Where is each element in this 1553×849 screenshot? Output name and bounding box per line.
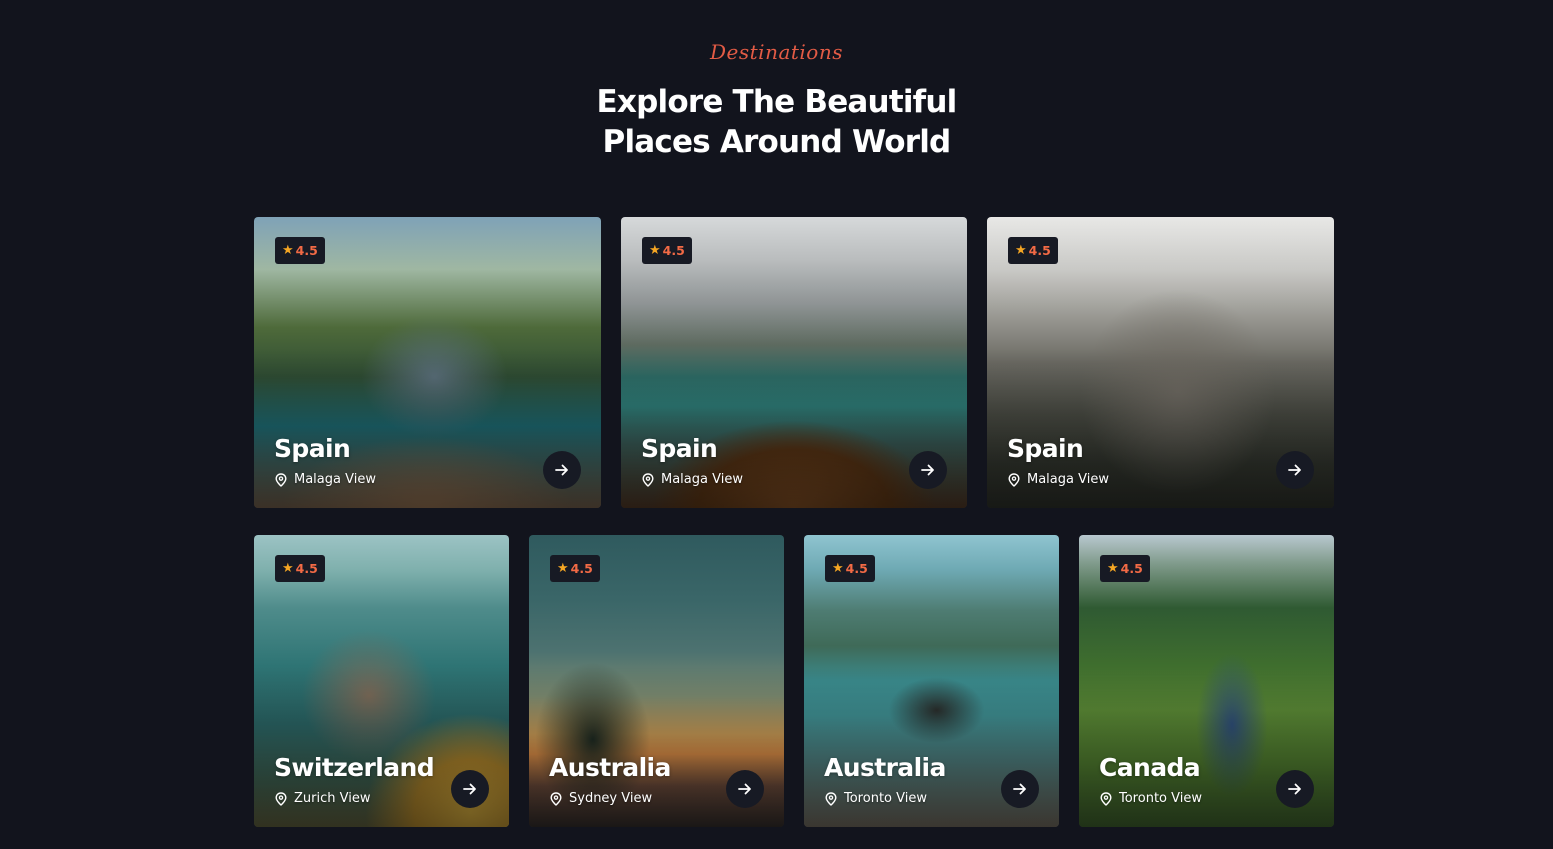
- star-icon: ★: [282, 243, 294, 258]
- arrow-right-icon: [1288, 783, 1301, 795]
- destination-name: Spain: [274, 434, 351, 463]
- destination-name: Switzerland: [274, 753, 435, 782]
- destination-location: Sydney View: [550, 791, 652, 806]
- open-destination-button[interactable]: [909, 451, 947, 489]
- map-pin-icon: [275, 791, 287, 806]
- location-label: Malaga View: [661, 472, 743, 487]
- map-pin-icon: [825, 791, 837, 806]
- arrow-right-icon: [738, 783, 751, 795]
- arrow-right-icon: [1013, 783, 1026, 795]
- rating-value: 4.5: [570, 561, 593, 576]
- open-destination-button[interactable]: [1001, 770, 1039, 808]
- rating-badge: ★ 4.5: [825, 555, 875, 582]
- open-destination-button[interactable]: [451, 770, 489, 808]
- destination-location: Malaga View: [275, 472, 376, 487]
- star-icon: ★: [1015, 243, 1027, 258]
- destination-name: Spain: [641, 434, 718, 463]
- destination-name: Australia: [824, 753, 946, 782]
- destination-name: Spain: [1007, 434, 1084, 463]
- star-icon: ★: [832, 561, 844, 576]
- destination-name: Canada: [1099, 753, 1201, 782]
- star-icon: ★: [649, 243, 661, 258]
- destination-card[interactable]: ★ 4.5 Spain Malaga View: [987, 217, 1334, 508]
- rating-value: 4.5: [1120, 561, 1143, 576]
- map-pin-icon: [275, 472, 287, 487]
- destination-location: Malaga View: [642, 472, 743, 487]
- open-destination-button[interactable]: [1276, 770, 1314, 808]
- location-label: Toronto View: [1119, 791, 1202, 806]
- star-icon: ★: [557, 561, 569, 576]
- location-label: Toronto View: [844, 791, 927, 806]
- map-pin-icon: [1100, 791, 1112, 806]
- section-title-line-2: Places Around World: [602, 124, 952, 160]
- location-label: Malaga View: [294, 472, 376, 487]
- rating-value: 4.5: [662, 243, 685, 258]
- destination-location: Zurich View: [275, 791, 370, 806]
- map-pin-icon: [550, 791, 562, 806]
- open-destination-button[interactable]: [726, 770, 764, 808]
- destination-name: Australia: [549, 753, 671, 782]
- destination-location: Toronto View: [825, 791, 927, 806]
- star-icon: ★: [282, 561, 294, 576]
- destination-card[interactable]: ★ 4.5 Switzerland Zurich View: [254, 535, 509, 827]
- destination-card[interactable]: ★ 4.5 Australia Toronto View: [804, 535, 1059, 827]
- rating-value: 4.5: [295, 561, 318, 576]
- destination-location: Toronto View: [1100, 791, 1202, 806]
- rating-value: 4.5: [295, 243, 318, 258]
- arrow-right-icon: [921, 464, 934, 476]
- rating-badge: ★ 4.5: [275, 555, 325, 582]
- section-title-line-1: Explore The Beautiful: [596, 84, 958, 120]
- section-title: Explore The Beautiful Places Around Worl…: [0, 82, 1553, 162]
- destination-location: Malaga View: [1008, 472, 1109, 487]
- destination-card[interactable]: ★ 4.5 Canada Toronto View: [1079, 535, 1334, 827]
- rating-value: 4.5: [845, 561, 868, 576]
- rating-badge: ★ 4.5: [275, 237, 325, 264]
- location-label: Zurich View: [294, 791, 371, 806]
- map-pin-icon: [1008, 472, 1020, 487]
- map-pin-icon: [642, 472, 654, 487]
- rating-badge: ★ 4.5: [642, 237, 692, 264]
- open-destination-button[interactable]: [543, 451, 581, 489]
- destination-card[interactable]: ★ 4.5 Spain Malaga View: [254, 217, 601, 508]
- arrow-right-icon: [1288, 464, 1301, 476]
- location-label: Malaga View: [1027, 472, 1109, 487]
- rating-value: 4.5: [1028, 243, 1051, 258]
- arrow-right-icon: [555, 464, 568, 476]
- arrow-right-icon: [463, 783, 476, 795]
- destination-card[interactable]: ★ 4.5 Spain Malaga View: [621, 217, 967, 508]
- section-eyebrow: Destinations: [710, 40, 843, 64]
- rating-badge: ★ 4.5: [1008, 237, 1058, 264]
- open-destination-button[interactable]: [1276, 451, 1314, 489]
- destination-card[interactable]: ★ 4.5 Australia Sydney View: [529, 535, 784, 827]
- rating-badge: ★ 4.5: [550, 555, 600, 582]
- rating-badge: ★ 4.5: [1100, 555, 1150, 582]
- location-label: Sydney View: [569, 791, 653, 806]
- star-icon: ★: [1107, 561, 1119, 576]
